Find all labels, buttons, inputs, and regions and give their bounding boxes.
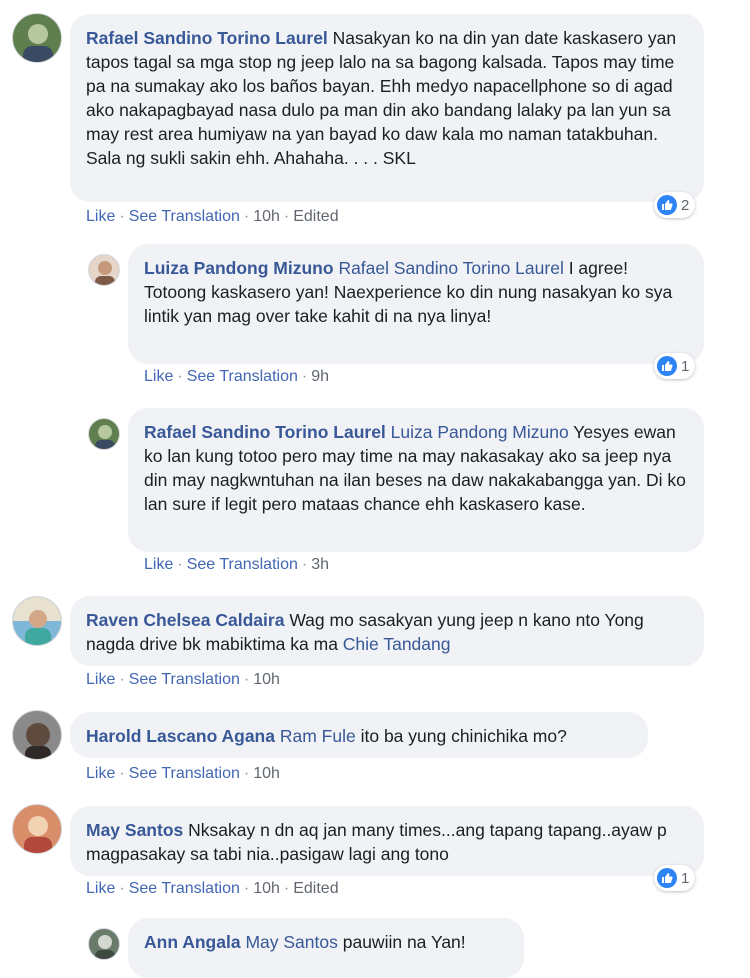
like-reaction-icon	[657, 868, 677, 888]
comment-actions: Like · See Translation · 10h · Edited	[86, 208, 339, 225]
avatar[interactable]	[12, 596, 62, 646]
comment-text: ito ba yung chinichika mo?	[360, 726, 567, 746]
avatar[interactable]	[88, 254, 120, 286]
comment-actions: Like · See Translation · 3h	[144, 556, 329, 573]
edited-label[interactable]: Edited	[293, 880, 338, 897]
mention-tag[interactable]: May Santos	[245, 932, 337, 952]
comment-timestamp[interactable]: 3h	[311, 556, 329, 573]
comment-author[interactable]: Raven Chelsea Caldaira	[86, 610, 284, 630]
comment-bubble: May Santos Nksakay n dn aq jan many time…	[70, 806, 704, 876]
edited-label[interactable]: Edited	[293, 208, 338, 225]
see-translation-link[interactable]: See Translation	[129, 208, 240, 225]
comment-author[interactable]: May Santos	[86, 820, 183, 840]
comment-bubble: Harold Lascano Agana Ram Fule ito ba yun…	[70, 712, 648, 758]
comment-actions: Like · See Translation · 10h	[86, 671, 280, 688]
comment-author[interactable]: Luiza Pandong Mizuno	[144, 258, 334, 278]
reaction-count[interactable]: 2	[654, 192, 696, 218]
avatar[interactable]	[88, 418, 120, 450]
see-translation-link[interactable]: See Translation	[129, 671, 240, 688]
comment-author[interactable]: Ann Angala	[144, 932, 241, 952]
comment-author[interactable]: Harold Lascano Agana	[86, 726, 275, 746]
comment-author[interactable]: Rafael Sandino Torino Laurel	[86, 28, 328, 48]
profile-photo-icon	[95, 935, 115, 959]
like-link[interactable]: Like	[86, 671, 115, 688]
avatar[interactable]	[12, 710, 62, 760]
comment-text: Nasakyan ko na din yan date kaskasero ya…	[86, 28, 677, 168]
comment-author[interactable]: Rafael Sandino Torino Laurel	[144, 422, 386, 442]
comment-timestamp[interactable]: 9h	[311, 368, 329, 385]
like-reaction-icon	[657, 195, 677, 215]
comment-timestamp[interactable]: 10h	[253, 880, 280, 897]
comment-bubble: Rafael Sandino Torino Laurel Luiza Pando…	[128, 408, 704, 552]
like-link[interactable]: Like	[86, 880, 115, 897]
see-translation-link[interactable]: See Translation	[129, 880, 240, 897]
profile-photo-icon	[95, 425, 115, 449]
comment-bubble: Raven Chelsea Caldaira Wag mo sasakyan y…	[70, 596, 704, 666]
mention-tag[interactable]: Luiza Pandong Mizuno	[391, 422, 569, 442]
comment-bubble: Rafael Sandino Torino Laurel Nasakyan ko…	[70, 14, 704, 202]
comment-timestamp[interactable]: 10h	[253, 671, 280, 688]
profile-photo-icon	[95, 261, 115, 285]
reaction-count[interactable]: 1	[654, 353, 696, 379]
comment-actions: Like · See Translation · 9h	[144, 368, 329, 385]
mention-tag[interactable]: Rafael Sandino Torino Laurel	[338, 258, 563, 278]
comment-text: pauwiin na Yan!	[342, 932, 466, 952]
comment-actions: Like · See Translation · 10h	[86, 765, 280, 782]
like-link[interactable]: Like	[144, 368, 173, 385]
mention-tag[interactable]: Chie Tandang	[343, 634, 451, 654]
comment-timestamp[interactable]: 10h	[253, 765, 280, 782]
comment-bubble: Ann Angala May Santos pauwiin na Yan!	[128, 918, 524, 978]
see-translation-link[interactable]: See Translation	[129, 765, 240, 782]
avatar[interactable]	[12, 804, 62, 854]
like-link[interactable]: Like	[86, 208, 115, 225]
like-link[interactable]: Like	[86, 765, 115, 782]
comment-bubble: Luiza Pandong Mizuno Rafael Sandino Tori…	[128, 244, 704, 364]
avatar[interactable]	[88, 928, 120, 960]
comment-actions: Like · See Translation · 10h · Edited	[86, 880, 339, 897]
profile-photo-icon	[13, 597, 61, 645]
like-link[interactable]: Like	[144, 556, 173, 573]
like-reaction-icon	[657, 356, 677, 376]
mention-tag[interactable]: Ram Fule	[280, 726, 356, 746]
profile-photo-icon	[24, 816, 52, 853]
profile-photo-icon	[23, 24, 53, 62]
see-translation-link[interactable]: See Translation	[187, 556, 298, 573]
reaction-count[interactable]: 1	[654, 865, 696, 891]
comment-timestamp[interactable]: 10h	[253, 208, 280, 225]
avatar[interactable]	[12, 13, 62, 63]
see-translation-link[interactable]: See Translation	[187, 368, 298, 385]
profile-photo-icon	[25, 723, 51, 759]
